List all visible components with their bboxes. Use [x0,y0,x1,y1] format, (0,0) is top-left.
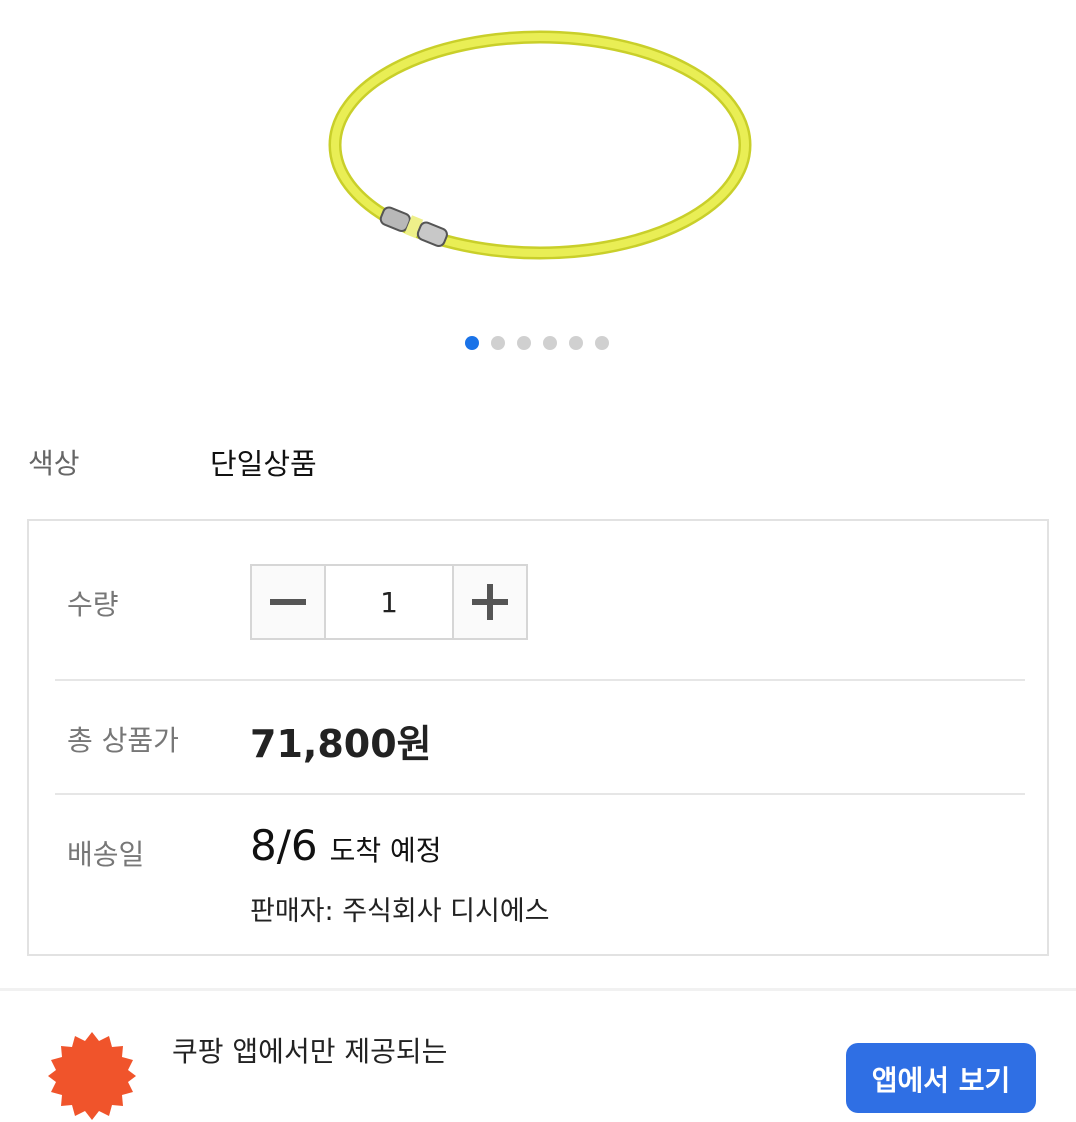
option-value[interactable]: 단일상품 [210,441,317,483]
gallery-dot[interactable] [465,336,479,350]
increase-quantity-button[interactable] [452,566,526,638]
decrease-quantity-button[interactable] [252,566,326,638]
seller-name[interactable]: 판매자: 주식회사 디시에스 [250,889,550,928]
option-row: 색상 단일상품 [28,440,317,484]
open-in-app-button[interactable]: 앱에서 보기 [846,1043,1036,1113]
gallery-dot[interactable] [569,336,583,350]
gallery-pagination[interactable] [465,336,609,350]
plus-icon [472,584,508,620]
delivery-suffix: 도착 예정 [329,834,442,867]
gallery-dot[interactable] [517,336,531,350]
divider [55,679,1025,681]
banner-text: 쿠팡 앱에서만 제공되는 [172,1035,448,1068]
total-price-label: 총 상품가 [67,724,179,757]
delivery-label: 배송일 [67,838,145,871]
gallery-dot[interactable] [543,336,557,350]
total-price: 71,800원 [250,722,432,766]
quantity-stepper[interactable]: 1 [250,564,528,640]
coupang-badge-icon [48,1032,136,1120]
quantity-label: 수량 [67,588,119,621]
delivery-date: 8/6 [250,821,318,870]
delivery-estimate: 8/6 도착 예정 [250,821,442,870]
gallery-dot[interactable] [491,336,505,350]
quantity-value[interactable]: 1 [326,566,452,638]
banner-separator [0,988,1076,991]
purchase-info-box: 수량 1 총 상품가 71,800원 배송일 8/6 도착 예정 판매자: 주식회… [27,519,1049,956]
product-image[interactable] [320,20,760,310]
gallery-dot[interactable] [595,336,609,350]
minus-icon [270,599,306,605]
option-label: 색상 [28,447,80,480]
divider [55,793,1025,795]
